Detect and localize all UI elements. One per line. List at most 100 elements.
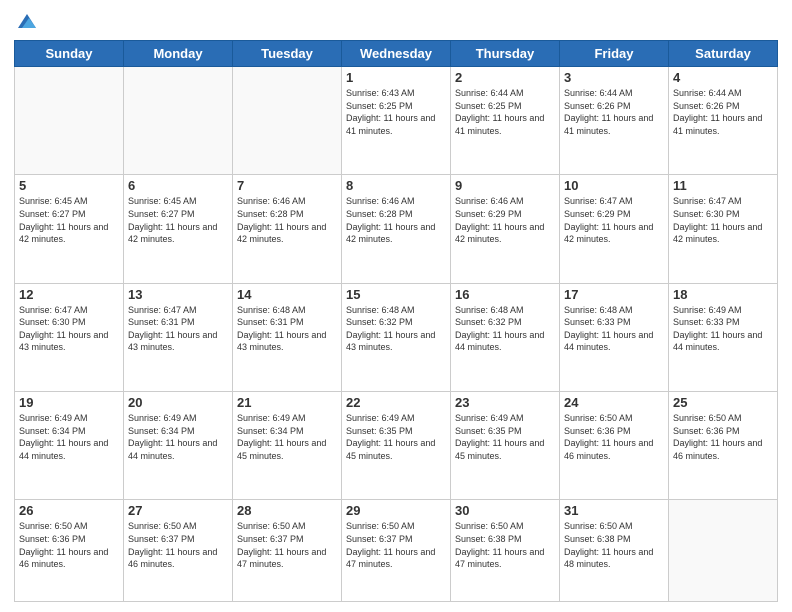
day-info: Sunrise: 6:48 AMSunset: 6:33 PMDaylight:… xyxy=(564,304,664,354)
table-row: 30 Sunrise: 6:50 AMSunset: 6:38 PMDayligh… xyxy=(451,500,560,602)
day-info: Sunrise: 6:46 AMSunset: 6:28 PMDaylight:… xyxy=(237,195,337,245)
day-number: 3 xyxy=(564,70,664,85)
day-info: Sunrise: 6:50 AMSunset: 6:36 PMDaylight:… xyxy=(564,412,664,462)
day-info: Sunrise: 6:49 AMSunset: 6:34 PMDaylight:… xyxy=(237,412,337,462)
day-number: 25 xyxy=(673,395,773,410)
table-row: 16 Sunrise: 6:48 AMSunset: 6:32 PMDayligh… xyxy=(451,283,560,391)
day-info: Sunrise: 6:49 AMSunset: 6:35 PMDaylight:… xyxy=(346,412,446,462)
calendar-week-row: 5 Sunrise: 6:45 AMSunset: 6:27 PMDaylight… xyxy=(15,175,778,283)
table-row: 5 Sunrise: 6:45 AMSunset: 6:27 PMDaylight… xyxy=(15,175,124,283)
table-row: 24 Sunrise: 6:50 AMSunset: 6:36 PMDayligh… xyxy=(560,392,669,500)
day-number: 14 xyxy=(237,287,337,302)
day-info: Sunrise: 6:44 AMSunset: 6:26 PMDaylight:… xyxy=(673,87,773,137)
calendar-week-row: 12 Sunrise: 6:47 AMSunset: 6:30 PMDayligh… xyxy=(15,283,778,391)
col-wednesday: Wednesday xyxy=(342,41,451,67)
day-number: 16 xyxy=(455,287,555,302)
page: Sunday Monday Tuesday Wednesday Thursday… xyxy=(0,0,792,612)
day-info: Sunrise: 6:43 AMSunset: 6:25 PMDaylight:… xyxy=(346,87,446,137)
calendar-table: Sunday Monday Tuesday Wednesday Thursday… xyxy=(14,40,778,602)
day-info: Sunrise: 6:48 AMSunset: 6:31 PMDaylight:… xyxy=(237,304,337,354)
day-info: Sunrise: 6:44 AMSunset: 6:26 PMDaylight:… xyxy=(564,87,664,137)
table-row: 13 Sunrise: 6:47 AMSunset: 6:31 PMDayligh… xyxy=(124,283,233,391)
day-info: Sunrise: 6:46 AMSunset: 6:28 PMDaylight:… xyxy=(346,195,446,245)
day-number: 18 xyxy=(673,287,773,302)
day-info: Sunrise: 6:47 AMSunset: 6:29 PMDaylight:… xyxy=(564,195,664,245)
table-row: 22 Sunrise: 6:49 AMSunset: 6:35 PMDayligh… xyxy=(342,392,451,500)
day-info: Sunrise: 6:49 AMSunset: 6:33 PMDaylight:… xyxy=(673,304,773,354)
table-row xyxy=(15,67,124,175)
table-row: 27 Sunrise: 6:50 AMSunset: 6:37 PMDayligh… xyxy=(124,500,233,602)
table-row: 3 Sunrise: 6:44 AMSunset: 6:26 PMDaylight… xyxy=(560,67,669,175)
day-number: 1 xyxy=(346,70,446,85)
table-row: 7 Sunrise: 6:46 AMSunset: 6:28 PMDaylight… xyxy=(233,175,342,283)
table-row: 28 Sunrise: 6:50 AMSunset: 6:37 PMDayligh… xyxy=(233,500,342,602)
table-row: 14 Sunrise: 6:48 AMSunset: 6:31 PMDayligh… xyxy=(233,283,342,391)
day-number: 21 xyxy=(237,395,337,410)
calendar-week-row: 26 Sunrise: 6:50 AMSunset: 6:36 PMDayligh… xyxy=(15,500,778,602)
day-number: 9 xyxy=(455,178,555,193)
day-number: 5 xyxy=(19,178,119,193)
day-number: 17 xyxy=(564,287,664,302)
day-info: Sunrise: 6:46 AMSunset: 6:29 PMDaylight:… xyxy=(455,195,555,245)
day-info: Sunrise: 6:47 AMSunset: 6:30 PMDaylight:… xyxy=(19,304,119,354)
day-number: 7 xyxy=(237,178,337,193)
table-row: 11 Sunrise: 6:47 AMSunset: 6:30 PMDayligh… xyxy=(669,175,778,283)
day-number: 24 xyxy=(564,395,664,410)
day-number: 30 xyxy=(455,503,555,518)
table-row: 25Sunrise: 6:50 AMSunset: 6:36 PMDayligh… xyxy=(669,392,778,500)
day-info: Sunrise: 6:50 AMSunset: 6:38 PMDaylight:… xyxy=(455,520,555,570)
day-number: 4 xyxy=(673,70,773,85)
day-number: 26 xyxy=(19,503,119,518)
day-number: 27 xyxy=(128,503,228,518)
day-number: 29 xyxy=(346,503,446,518)
col-monday: Monday xyxy=(124,41,233,67)
day-number: 6 xyxy=(128,178,228,193)
table-row: 18 Sunrise: 6:49 AMSunset: 6:33 PMDayligh… xyxy=(669,283,778,391)
day-info: Sunrise: 6:44 AMSunset: 6:25 PMDaylight:… xyxy=(455,87,555,137)
calendar-week-row: 1 Sunrise: 6:43 AMSunset: 6:25 PMDaylight… xyxy=(15,67,778,175)
day-info: Sunrise: 6:47 AMSunset: 6:31 PMDaylight:… xyxy=(128,304,228,354)
logo-icon xyxy=(16,10,38,32)
table-row: 29 Sunrise: 6:50 AMSunset: 6:37 PMDayligh… xyxy=(342,500,451,602)
col-friday: Friday xyxy=(560,41,669,67)
day-info: Sunrise: 6:50 AMSunset: 6:37 PMDaylight:… xyxy=(346,520,446,570)
logo xyxy=(14,10,38,32)
header xyxy=(14,10,778,32)
table-row: 15Sunrise: 6:48 AMSunset: 6:32 PMDayligh… xyxy=(342,283,451,391)
table-row: 12 Sunrise: 6:47 AMSunset: 6:30 PMDayligh… xyxy=(15,283,124,391)
day-number: 10 xyxy=(564,178,664,193)
day-info: Sunrise: 6:45 AMSunset: 6:27 PMDaylight:… xyxy=(19,195,119,245)
day-info: Sunrise: 6:48 AMSunset: 6:32 PMDaylight:… xyxy=(455,304,555,354)
table-row: 6Sunrise: 6:45 AMSunset: 6:27 PMDaylight… xyxy=(124,175,233,283)
day-info: Sunrise: 6:49 AMSunset: 6:34 PMDaylight:… xyxy=(19,412,119,462)
day-info: Sunrise: 6:50 AMSunset: 6:37 PMDaylight:… xyxy=(237,520,337,570)
table-row xyxy=(124,67,233,175)
table-row xyxy=(233,67,342,175)
day-number: 23 xyxy=(455,395,555,410)
day-number: 28 xyxy=(237,503,337,518)
table-row: 31 Sunrise: 6:50 AMSunset: 6:38 PMDayligh… xyxy=(560,500,669,602)
day-info: Sunrise: 6:50 AMSunset: 6:38 PMDaylight:… xyxy=(564,520,664,570)
day-info: Sunrise: 6:50 AMSunset: 6:37 PMDaylight:… xyxy=(128,520,228,570)
table-row: 4 Sunrise: 6:44 AMSunset: 6:26 PMDaylight… xyxy=(669,67,778,175)
table-row: 20 Sunrise: 6:49 AMSunset: 6:34 PMDayligh… xyxy=(124,392,233,500)
day-number: 13 xyxy=(128,287,228,302)
day-info: Sunrise: 6:47 AMSunset: 6:30 PMDaylight:… xyxy=(673,195,773,245)
table-row xyxy=(669,500,778,602)
day-number: 12 xyxy=(19,287,119,302)
day-number: 15 xyxy=(346,287,446,302)
day-number: 11 xyxy=(673,178,773,193)
day-number: 2 xyxy=(455,70,555,85)
table-row: 8 Sunrise: 6:46 AMSunset: 6:28 PMDaylight… xyxy=(342,175,451,283)
calendar-week-row: 19 Sunrise: 6:49 AMSunset: 6:34 PMDayligh… xyxy=(15,392,778,500)
col-tuesday: Tuesday xyxy=(233,41,342,67)
col-thursday: Thursday xyxy=(451,41,560,67)
day-info: Sunrise: 6:49 AMSunset: 6:34 PMDaylight:… xyxy=(128,412,228,462)
day-number: 20 xyxy=(128,395,228,410)
table-row: 19 Sunrise: 6:49 AMSunset: 6:34 PMDayligh… xyxy=(15,392,124,500)
day-number: 8 xyxy=(346,178,446,193)
day-number: 22 xyxy=(346,395,446,410)
day-info: Sunrise: 6:50 AMSunset: 6:36 PMDaylight:… xyxy=(19,520,119,570)
day-number: 19 xyxy=(19,395,119,410)
day-number: 31 xyxy=(564,503,664,518)
